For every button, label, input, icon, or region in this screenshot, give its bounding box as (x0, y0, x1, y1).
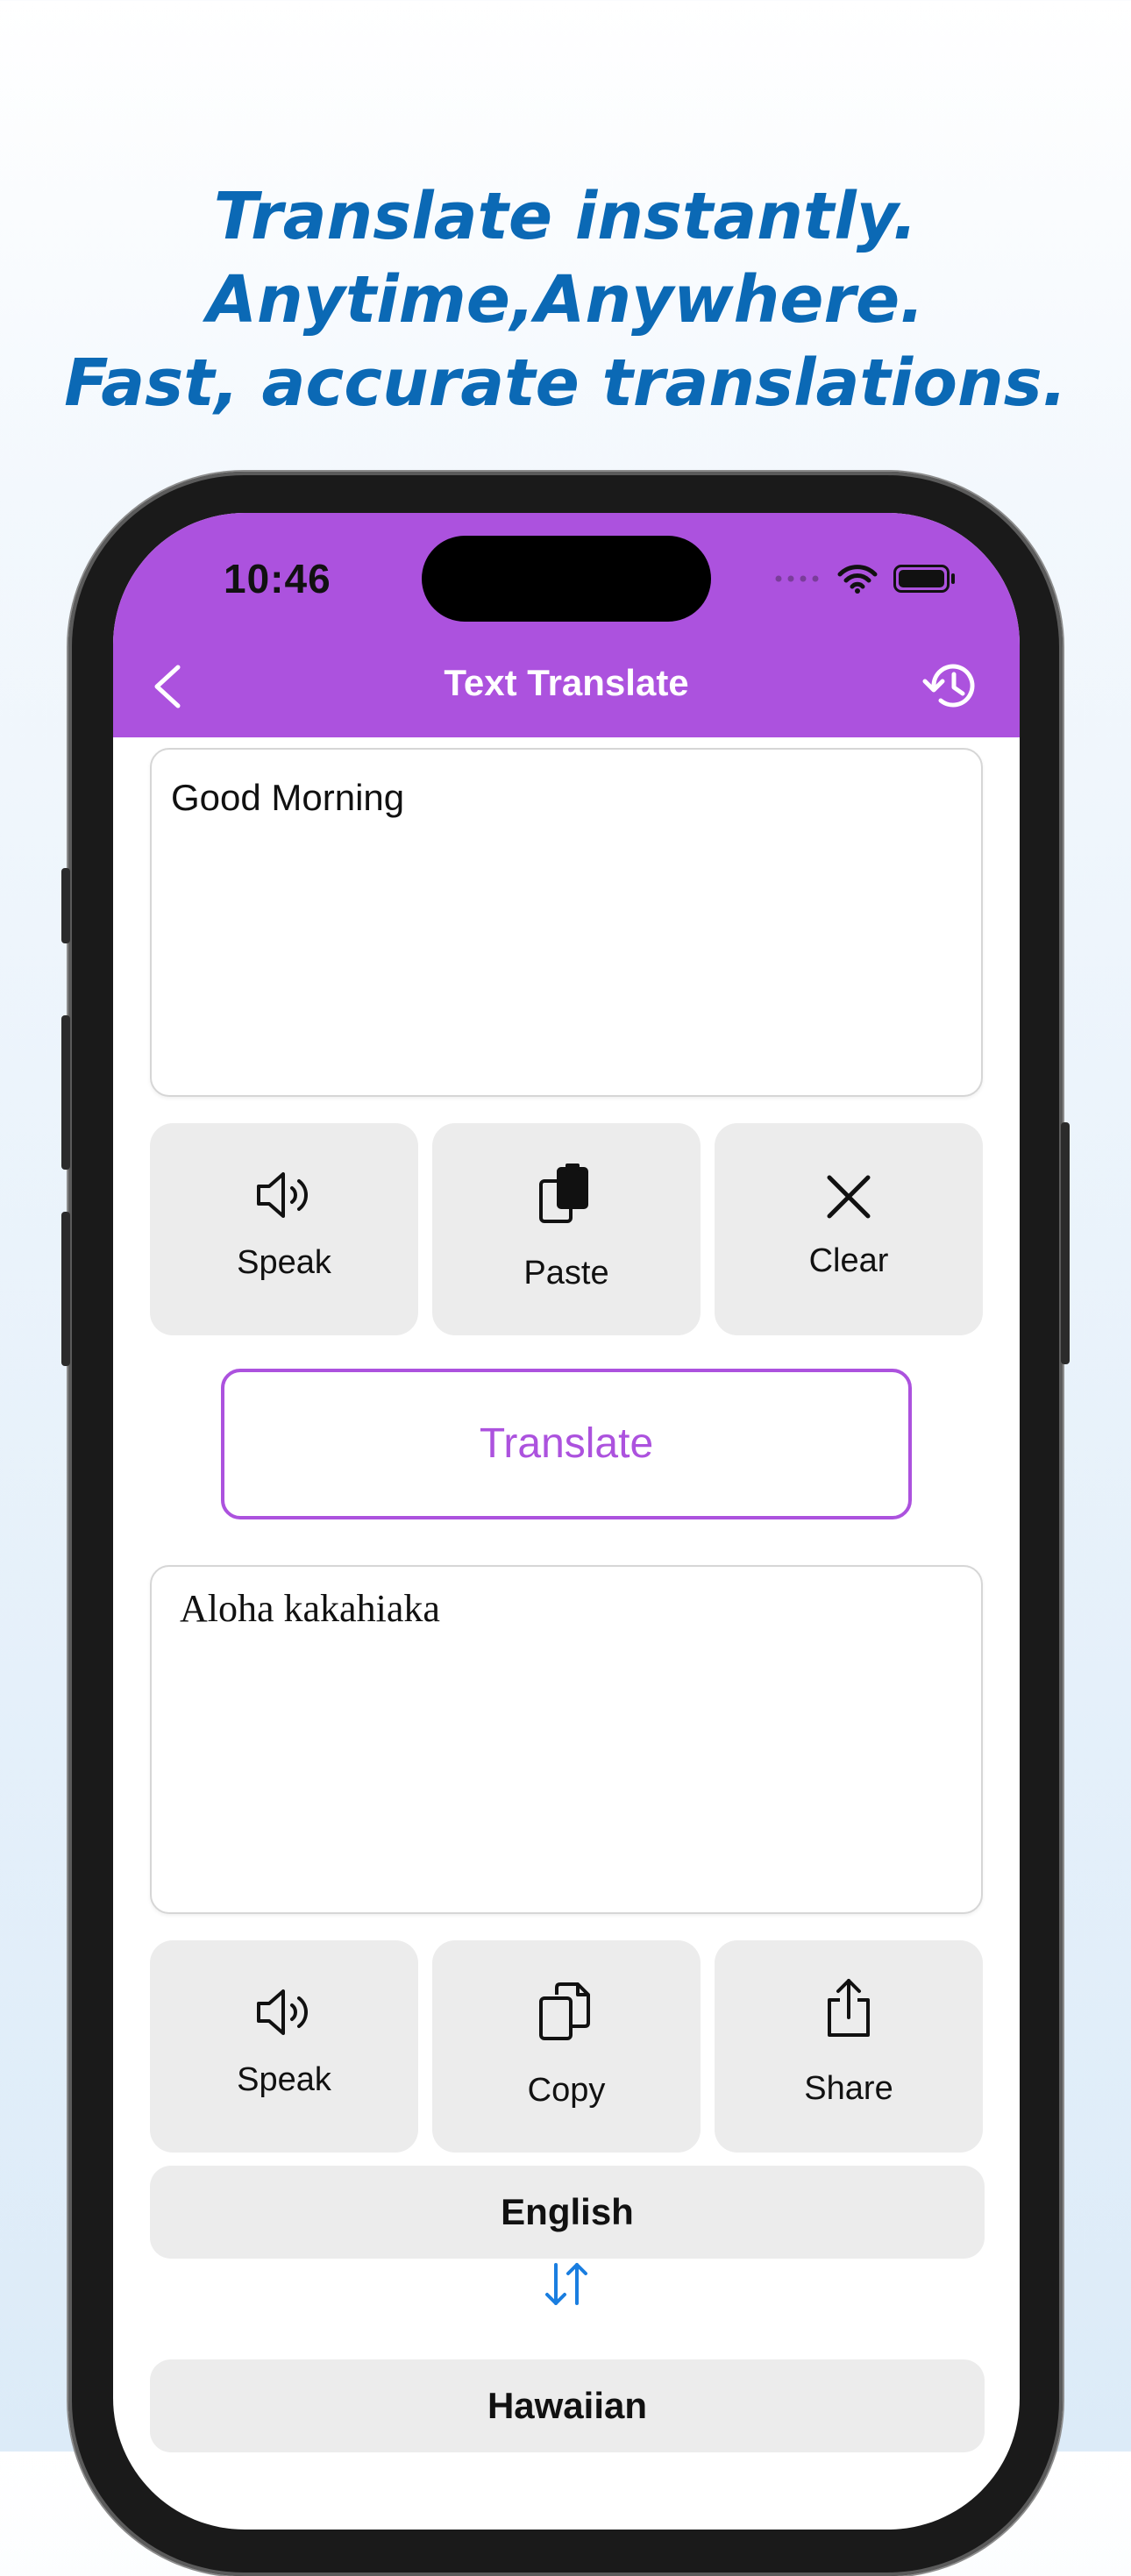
target-language-selector[interactable]: Hawaiian (150, 2359, 985, 2452)
phone-volume-down-button (61, 1212, 70, 1366)
source-language-selector[interactable]: English (150, 2166, 985, 2259)
speak-input-button[interactable]: Speak (150, 1123, 418, 1335)
close-icon (827, 1175, 871, 1219)
phone-screen: 10:46 Text Translate Good Morning Speak … (113, 513, 1020, 2530)
paste-icon (539, 1163, 588, 1223)
clear-label: Clear (808, 1242, 889, 1279)
battery-icon (893, 565, 955, 593)
wifi-icon (837, 565, 878, 594)
speak-output-button[interactable]: Speak (150, 1940, 418, 2153)
source-text-box[interactable] (150, 748, 983, 1097)
copy-label: Copy (527, 2072, 606, 2109)
promo-line-2: Anytime,Anywhere. (206, 262, 925, 338)
status-icons (774, 564, 955, 594)
share-label: Share (804, 2070, 893, 2107)
speak-output-label: Speak (237, 2061, 331, 2098)
promo-headline: Translate instantly. Anytime,Anywhere. F… (0, 175, 1131, 425)
share-icon (828, 1979, 870, 2037)
phone-power-button (1061, 1122, 1070, 1364)
history-button[interactable] (921, 655, 983, 716)
dynamic-island (422, 536, 711, 622)
translated-text: Aloha kakahiaka (180, 1587, 440, 1630)
paste-label: Paste (523, 1255, 609, 1292)
share-button[interactable]: Share (715, 1940, 983, 2153)
app-header: 10:46 Text Translate (113, 513, 1020, 737)
copy-button[interactable]: Copy (432, 1940, 701, 2153)
translate-button[interactable]: Translate (221, 1369, 912, 1519)
phone-volume-up-button (61, 1015, 70, 1170)
copy-icon (539, 1982, 590, 2040)
translated-text-box[interactable]: Aloha kakahiaka (150, 1565, 983, 1914)
page-title: Text Translate (444, 662, 689, 703)
status-time: 10:46 (224, 556, 331, 601)
signal-dots-icon (775, 575, 819, 582)
paste-button[interactable]: Paste (432, 1123, 701, 1335)
speaker-icon (257, 1172, 308, 1218)
speaker-icon (257, 1989, 308, 2035)
swap-languages-icon[interactable] (540, 2258, 593, 2310)
clear-button[interactable]: Clear (715, 1123, 983, 1335)
source-text-input[interactable] (169, 776, 962, 820)
speak-input-label: Speak (237, 1244, 331, 1281)
phone-action-button (61, 868, 70, 943)
promo-line-1: Translate instantly. (213, 179, 918, 254)
promo-line-3: Fast, accurate translations. (64, 345, 1067, 421)
